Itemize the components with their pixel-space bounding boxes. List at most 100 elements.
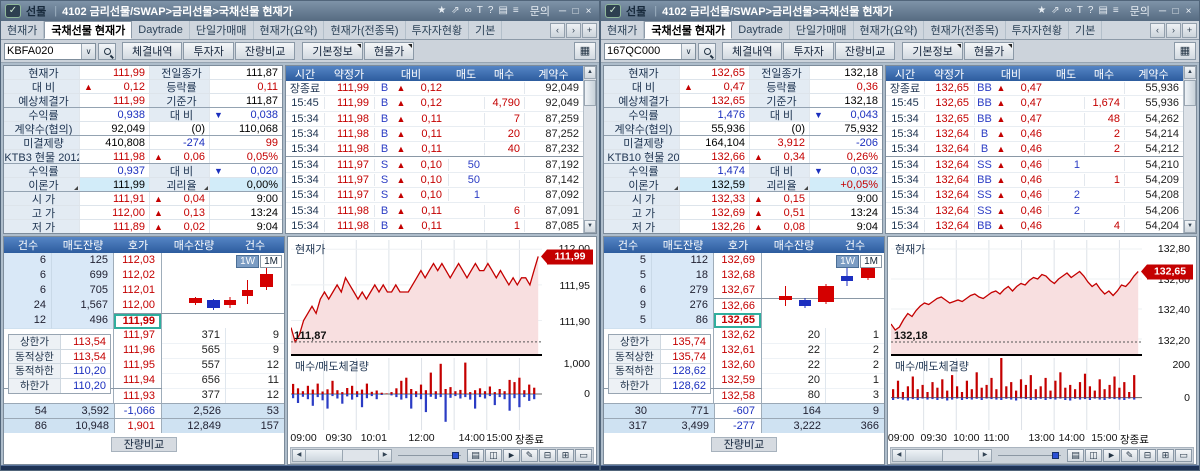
zoom-out-icon[interactable]: ⊟ [539, 449, 556, 462]
draw-pencil-icon[interactable]: ✎ [1121, 449, 1138, 462]
window-titlebar[interactable]: ✓ 선물 | 4102 금리선물/SWAP>금리선물>국채선물 현재가 ★ ⇗ ∞ T… [1, 1, 599, 21]
fit-chart-icon[interactable]: ▭ [575, 449, 592, 462]
scroll-right-icon[interactable]: ▶ [378, 450, 391, 461]
symbol-combobox[interactable]: ∨ [4, 42, 96, 60]
tab-scroll-left-button[interactable]: ‹ [1150, 22, 1165, 38]
zoom-in-icon[interactable]: ⊞ [557, 449, 574, 462]
tab[interactable]: 현재가 [601, 21, 645, 39]
tab-scroll-right-button[interactable]: › [566, 22, 581, 38]
time-sales-row[interactable]: 15:34 132,64 B ▲ 0,46 2 54,214 [886, 127, 1183, 143]
time-sales-row[interactable]: 15:34 132,64 BB ▲ 0,46 4 54,204 [886, 219, 1183, 233]
time-sales-row[interactable]: 15:34 132,64 B ▲ 0,46 2 54,212 [886, 142, 1183, 158]
hscroll-thumb[interactable] [906, 450, 944, 461]
report-icon[interactable]: ▤ [467, 449, 484, 462]
chevron-down-icon[interactable]: ∨ [81, 43, 95, 59]
link-chain-icon[interactable]: ∞ [465, 4, 472, 18]
print-icon[interactable]: ▤ [1098, 4, 1107, 18]
minimize-button[interactable]: ─ [556, 6, 569, 17]
time-sales-row[interactable]: 15:34 132,64 SS ▲ 0,46 1 54,210 [886, 157, 1183, 173]
symbol-combobox[interactable]: ∨ [604, 42, 696, 60]
print-icon[interactable]: ▤ [498, 4, 507, 18]
zoom-out-icon[interactable]: ⊟ [1139, 449, 1156, 462]
tab[interactable]: 현재가(전종목) [324, 21, 406, 39]
tab[interactable]: 현재가(요약) [854, 21, 925, 39]
time-sales-row[interactable]: 15:34 111,97 S ▲ 0,10 1 87,092 [286, 188, 583, 204]
tab[interactable]: 현재가(전종목) [924, 21, 1006, 39]
quote-bubble-icon[interactable]: ◫ [485, 449, 502, 462]
period-1w-button[interactable]: 1W [236, 255, 260, 268]
maximize-button[interactable]: □ [569, 6, 582, 17]
time-sales-row[interactable]: 15:34 111,98 B ▲ 0,11 20 87,252 [286, 127, 583, 143]
hscroll-thumb[interactable] [306, 450, 344, 461]
help-icon[interactable]: ? [488, 4, 494, 18]
toolbar-menu-button[interactable]: 현물가 [963, 42, 1015, 60]
time-sales-row[interactable]: 15:34 111,98 B ▲ 0,11 6 87,091 [286, 203, 583, 219]
quote-bubble-icon[interactable]: ◫ [1085, 449, 1102, 462]
symbol-input[interactable] [5, 45, 81, 57]
horizontal-scrollbar[interactable]: ◀ ▶ [292, 449, 392, 462]
tab[interactable]: 국채선물 현재가 [644, 21, 733, 39]
period-1m-button[interactable]: 1M [860, 255, 882, 268]
time-sales-row[interactable]: 15:45 111,99 B ▲ 0,12 4,790 92,049 [286, 96, 583, 112]
time-sales-row[interactable]: 15:45 132,65 BB ▲ 0,47 1,674 55,936 [886, 96, 1183, 112]
text-size-icon[interactable]: T [1077, 4, 1083, 18]
time-sales-row[interactable]: 15:34 132,65 BB ▲ 0,47 48 54,262 [886, 112, 1183, 127]
vertical-scrollbar[interactable]: ▲ ▼ [1183, 66, 1196, 233]
tab-add-button[interactable]: + [582, 22, 597, 38]
draw-pencil-icon[interactable]: ✎ [521, 449, 538, 462]
time-sales-row[interactable]: 15:34 132,64 SS ▲ 0,46 2 54,206 [886, 203, 1183, 219]
horizontal-scrollbar[interactable]: ◀ ▶ [892, 449, 992, 462]
toolbar-button[interactable]: 체결내역 [122, 42, 183, 60]
window-titlebar[interactable]: ✓ 선물 | 4102 금리선물/SWAP>금리선물>국채선물 현재가 ★ ⇗ ∞ T… [601, 1, 1199, 21]
toolbar-button[interactable]: 체결내역 [722, 42, 783, 60]
tab[interactable]: 현재가 [1, 21, 45, 39]
favorite-star-icon[interactable]: ★ [1037, 4, 1046, 18]
balance-compare-label[interactable]: 잔량비교 [710, 436, 778, 452]
scroll-left-icon[interactable]: ◀ [293, 450, 306, 461]
menu-list-icon[interactable]: ≡ [513, 4, 519, 18]
close-button[interactable]: × [582, 6, 595, 17]
inquiry-menu[interactable]: 문의 [1130, 3, 1150, 19]
search-button[interactable] [98, 42, 116, 60]
time-sales-row[interactable]: 15:34 111,97 S ▲ 0,10 50 87,192 [286, 157, 583, 173]
tab[interactable]: 기본 [1069, 21, 1103, 39]
chevron-down-icon[interactable]: ∨ [681, 43, 695, 59]
balance-compare-label[interactable]: 잔량비교 [110, 436, 178, 452]
menu-list-icon[interactable]: ≡ [1113, 4, 1119, 18]
tab[interactable]: Daytrade [732, 21, 790, 39]
time-sales-row[interactable]: 장종료 111,99 B ▲ 0,12 92,049 [286, 81, 583, 97]
scroll-down-icon[interactable]: ▼ [1184, 220, 1196, 233]
price-chart-plot[interactable]: 132,18 [891, 240, 1142, 356]
tab[interactable]: 현재가(요약) [254, 21, 325, 39]
scroll-up-icon[interactable]: ▲ [1184, 66, 1196, 79]
scroll-down-icon[interactable]: ▼ [584, 220, 596, 233]
scroll-up-icon[interactable]: ▲ [584, 66, 596, 79]
tab[interactable]: 투자자현황 [1006, 21, 1070, 39]
toolbar-button[interactable]: 잔량비교 [234, 42, 296, 60]
toolbar-menu-button[interactable]: 기본정보 [902, 42, 963, 60]
period-1w-button[interactable]: 1W [836, 255, 860, 268]
toolbar-menu-button[interactable]: 현물가 [363, 42, 415, 60]
chart-position-slider[interactable] [398, 449, 461, 462]
inquiry-menu[interactable]: 문의 [530, 3, 550, 19]
cursor-icon[interactable]: ► [503, 449, 520, 462]
time-sales-row[interactable]: 15:34 132,64 BB ▲ 0,46 1 54,209 [886, 173, 1183, 189]
tab[interactable]: 투자자현황 [406, 21, 470, 39]
slider-thumb[interactable] [1052, 452, 1060, 459]
symbol-input[interactable] [605, 45, 681, 57]
cursor-icon[interactable]: ► [1103, 449, 1120, 462]
toolbar-button[interactable]: 투자자 [183, 42, 234, 60]
send-window-icon[interactable]: ⇗ [451, 4, 459, 18]
time-sales-row[interactable]: 15:34 111,98 B ▲ 0,11 7 87,259 [286, 112, 583, 127]
close-button[interactable]: × [1182, 6, 1195, 17]
tab[interactable]: 단일가매매 [190, 21, 254, 39]
tab-add-button[interactable]: + [1182, 22, 1197, 38]
slider-thumb[interactable] [452, 452, 460, 459]
help-icon[interactable]: ? [1088, 4, 1094, 18]
toolbar-button[interactable]: 투자자 [783, 42, 834, 60]
maximize-button[interactable]: □ [1169, 6, 1182, 17]
tab[interactable]: 단일가매매 [790, 21, 854, 39]
time-sales-row[interactable]: 15:34 111,97 S ▲ 0,10 50 87,142 [286, 173, 583, 189]
chart-position-slider[interactable] [998, 449, 1061, 462]
grid-view-button[interactable]: ▦ [1174, 42, 1196, 60]
